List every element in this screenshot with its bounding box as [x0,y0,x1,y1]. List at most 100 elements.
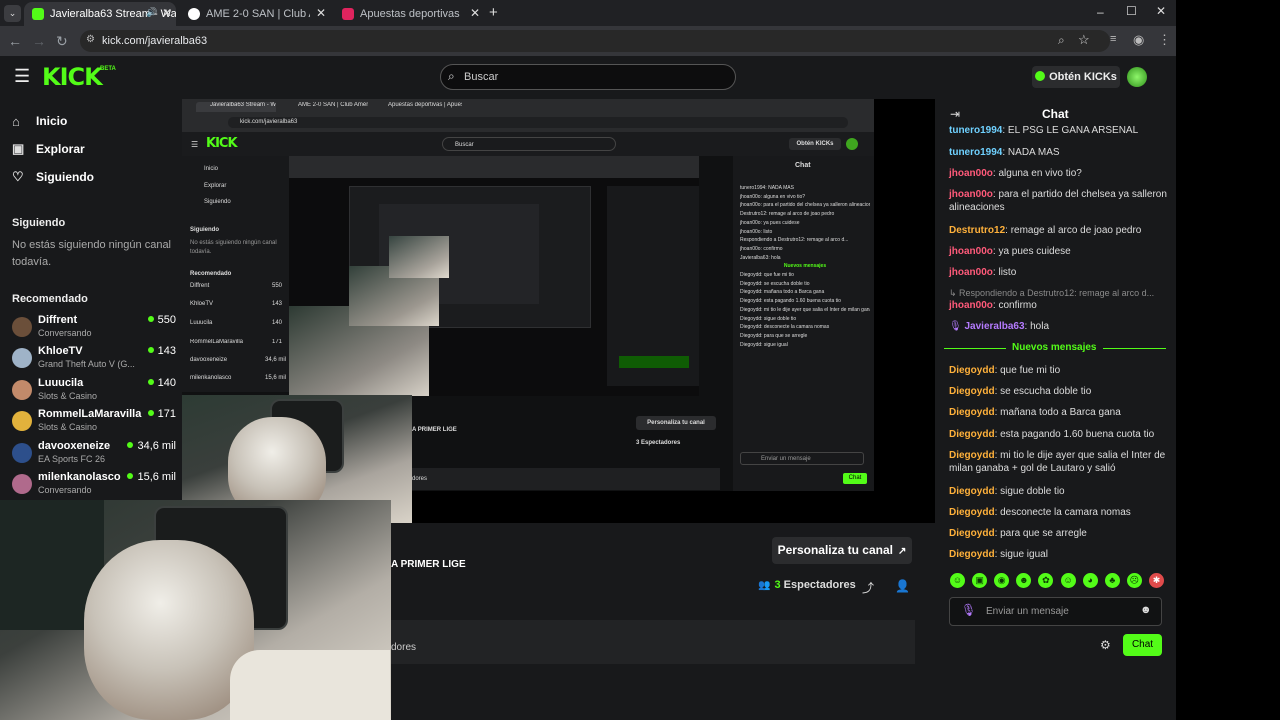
site-info-icon[interactable]: ⚙ [86,34,95,45]
zoom-icon[interactable]: ⌕ [1058,33,1065,48]
follow-user-icon[interactable]: 👤 [895,579,910,593]
chat-username[interactable]: tunero1994 [949,147,1002,158]
emote-icon[interactable]: ☺ [950,573,965,588]
customize-channel-button[interactable]: Personaliza tu canal ↗ [772,537,912,564]
viewer-count: 34,6 mil [127,440,176,452]
minimize-button[interactable]: – [1097,5,1104,19]
chat-username[interactable]: Diegoydd [949,528,995,539]
sidebar-item-explorar[interactable]: ▣ Explorar [12,139,85,159]
chat-message: jhoan00o: alguna en vivo tio? [949,168,1082,179]
captured-chat-line: Diegoydd: para que se arregle [740,332,808,339]
live-dot-icon [147,379,154,385]
emote-icon[interactable]: ✿ [1038,573,1054,588]
emote-icon[interactable]: ☹ [1126,573,1142,588]
extensions-icon[interactable]: ≡ [1110,33,1116,45]
mic-icon[interactable]: 🎙 [961,603,976,617]
captured-channel-viewers: 140 [271,320,282,326]
chat-username[interactable]: jhoan00o [949,189,993,200]
chat-username[interactable]: Diegoydd [949,365,995,376]
explore-icon: ▣ [12,141,25,156]
chat-username[interactable]: jhoan00o [949,168,993,179]
new-tab-button[interactable]: + [489,4,498,21]
captured-tab: AME 2-0 SAN | Club América [298,102,368,108]
chat-username[interactable]: Diegoydd [949,429,995,440]
sidebar-item-siguiendo[interactable]: ♡ Siguiendo [12,167,94,187]
chat-username[interactable]: jhoan00o [949,246,993,257]
chat-username[interactable]: Diegoydd [949,549,995,560]
chat-message: Diegoydd: esta pagando 1.60 buena cuota … [949,429,1155,440]
recommended-channel[interactable]: milenkanolasco Conversando 15,6 mil [12,471,176,499]
collapse-chat-icon[interactable]: ⇥ [950,107,960,121]
close-tab-icon[interactable]: ✕ [162,6,172,20]
chat-message: tunero1994: NADA MAS [949,147,1060,158]
close-tab-icon[interactable]: ✕ [316,6,326,20]
recommended-channel[interactable]: KhloeTV Grand Theft Auto V (G... 143 [12,345,176,373]
chat-username[interactable]: jhoan00o [949,300,993,311]
get-kicks-button[interactable]: Obtén KICKs [1032,66,1120,88]
maximize-button[interactable]: ☐ [1126,4,1137,18]
search-placeholder: Buscar [464,71,499,83]
chat-message: Diegoydd: sigue doble tio [949,486,1065,497]
recommended-channel[interactable]: Luuucila Slots & Casino 140 [12,377,176,405]
sidebar-item-inicio[interactable]: ⌂ Inicio [12,111,67,131]
emote-icon[interactable]: ♣ [1104,573,1120,588]
captured-channel-name: milenkanolasco [190,375,232,381]
logo-text: KICK [42,63,103,91]
captured-channel: davooxeneize 34,6 mil [190,357,286,363]
emote-icon[interactable]: ✱ [1148,573,1164,588]
chat-username[interactable]: Javieralba63 [964,321,1024,332]
recommended-channel[interactable]: Diffrent Conversando 550 [12,314,176,342]
profile-icon[interactable]: ◉ [1133,32,1144,48]
tab-search-button[interactable]: ⌄ [4,5,21,22]
captured-nested-stream [289,156,699,396]
tab-club-america[interactable]: AME 2-0 SAN | Club América vs [180,2,310,26]
channel-name: davooxeneize [38,440,111,452]
emote-icon[interactable]: ◕ [1082,573,1098,588]
recommended-channel[interactable]: davooxeneize EA Sports FC 26 34,6 mil [12,440,176,468]
chat-username[interactable]: Diegoydd [949,407,995,418]
emoji-picker-icon[interactable]: ☻ [1140,604,1152,616]
recommended-channel[interactable]: RommelLaMaravilla Slots & Casino 171 [12,408,176,436]
chat-username[interactable]: jhoan00o [949,267,993,278]
share-icon[interactable]: ⤴ [862,579,874,596]
close-window-button[interactable]: ✕ [1156,4,1166,18]
chat-username[interactable]: tunero1994 [949,125,1002,135]
speaker-icon[interactable]: 🔊 [146,7,157,18]
chat-username[interactable]: Diegoydd [949,450,995,461]
close-tab-icon[interactable]: ✕ [470,6,480,20]
emote-icon[interactable]: ☺ [1060,573,1076,588]
url-field[interactable]: kick.com/javieralba63 [80,30,1110,52]
tab-apuestas[interactable]: Apuestas deportivas | Apuestas [334,2,462,26]
chat-send-button[interactable]: Chat [1123,634,1162,656]
chat-username[interactable]: Diegoydd [949,486,995,497]
chat-username[interactable]: Diegoydd [949,507,995,518]
captured-channel-viewers: 15,6 mil [264,375,286,381]
forward-arrow-icon[interactable]: → [32,33,46,49]
chat-username[interactable]: Diegoydd [949,386,995,397]
captured-channel-name: davooxeneize [190,357,228,363]
emote-icon[interactable]: ☻ [1016,573,1032,588]
channel-name: KhloeTV [38,345,83,357]
chat-text: NADA MAS [1007,147,1060,158]
reload-icon[interactable]: ↻ [56,33,68,50]
browser-menu-icon[interactable]: ⋮ [1158,32,1171,48]
captured-chat-line: jhoan00o: alguna en vivo tio? [740,193,806,200]
chat-message-input[interactable]: Enviar un mensaje [949,597,1162,626]
channel-name: milenkanolasco [38,471,121,483]
emote-icon[interactable]: ◉ [994,573,1010,588]
captured-stream-title: A PRIMER LIGE [412,427,457,433]
search-input[interactable]: Buscar [440,64,736,90]
kick-favicon-icon [32,8,44,20]
back-arrow-icon[interactable]: ← [8,33,22,49]
emote-icon[interactable]: ▣ [972,573,988,588]
stream-title: A PRIMER LIGE [391,559,466,570]
captured-menu-icon: ☰ [191,140,199,149]
captured-chat-send: Chat [843,473,867,484]
chat-settings-icon[interactable]: ⚙ [1100,638,1111,652]
bookmark-star-icon[interactable]: ☆ [1078,32,1090,48]
chat-username[interactable]: Destrutro12 [949,225,1005,236]
hamburger-menu-icon[interactable]: ☰ [14,66,30,87]
kick-logo[interactable]: KICK [42,63,103,91]
search-icon: ⌕ [448,69,455,83]
user-avatar[interactable] [1127,67,1147,87]
